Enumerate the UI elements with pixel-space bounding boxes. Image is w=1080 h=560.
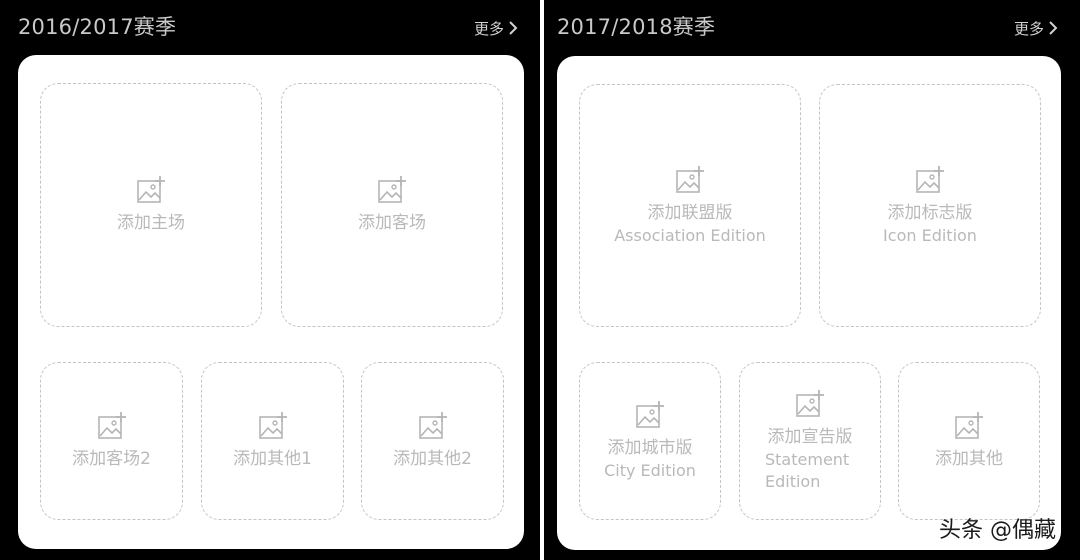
jersey-card: 添加联盟版 Association Edition 添加标志版 Icon Edi…: [557, 56, 1061, 550]
add-city-edition-slot[interactable]: 添加城市版 City Edition: [579, 362, 721, 520]
season-panel-2016-2017: 2016/2017赛季 更多 添加主场 添加客场 添加客场2 添加其他1 添加其…: [0, 0, 540, 560]
slot-label: 添加主场: [117, 213, 185, 233]
watermark: 头条 @偶藏: [939, 518, 1056, 543]
add-image-icon: [955, 412, 983, 439]
slot-label: 添加其他2: [393, 449, 472, 469]
season-panel-2017-2018: 2017/2018赛季 更多 添加联盟版 Association Edition…: [544, 0, 1080, 560]
chevron-right-icon: [1049, 21, 1058, 35]
slot-sublabel: Association Edition: [614, 225, 766, 245]
add-image-icon: [97, 412, 126, 439]
more-link[interactable]: 更多: [1014, 15, 1058, 41]
slot-label: 添加联盟版: [647, 202, 733, 223]
add-other2-slot[interactable]: 添加其他2: [361, 362, 504, 520]
add-image-icon: [137, 176, 165, 203]
slot-label: 添加客场: [358, 213, 426, 233]
slot-label: 添加宣告版: [767, 427, 853, 447]
more-label: 更多: [1013, 19, 1044, 38]
add-image-icon: [916, 165, 944, 193]
panel-header: 2017/2018赛季 更多: [544, 0, 1080, 54]
add-other1-slot[interactable]: 添加其他1: [201, 362, 344, 520]
add-image-icon: [378, 176, 406, 203]
chevron-right-icon: [509, 21, 518, 35]
add-association-slot[interactable]: 添加联盟版 Association Edition: [579, 84, 801, 327]
season-title: 2016/2017赛季: [18, 15, 177, 39]
add-image-icon: [418, 412, 447, 439]
slot-label: 添加其他: [935, 449, 1003, 469]
slot-label: 添加标志版: [887, 202, 973, 223]
add-away-slot[interactable]: 添加客场: [281, 83, 503, 327]
add-icon-edition-slot[interactable]: 添加标志版 Icon Edition: [819, 84, 1041, 327]
more-label: 更多: [473, 19, 504, 38]
slot-label: 添加其他1: [233, 449, 312, 469]
season-title: 2017/2018赛季: [557, 15, 716, 39]
more-link[interactable]: 更多: [474, 15, 518, 41]
add-image-icon: [676, 165, 704, 193]
add-away2-slot[interactable]: 添加客场2: [40, 362, 183, 520]
add-other-slot[interactable]: 添加其他: [898, 362, 1040, 520]
slot-text-block: 添加宣告版 Statement Edition: [765, 419, 855, 493]
slot-sublabel: Icon Edition: [883, 225, 977, 245]
slot-label: 添加客场2: [72, 449, 151, 469]
panel-header: 2016/2017赛季 更多: [0, 0, 540, 54]
add-image-icon: [796, 390, 824, 417]
slot-sublabel: Statement Edition: [765, 450, 850, 491]
add-image-icon: [258, 412, 287, 439]
add-image-icon: [636, 401, 664, 428]
add-statement-edition-slot[interactable]: 添加宣告版 Statement Edition: [739, 362, 881, 520]
add-home-slot[interactable]: 添加主场: [40, 83, 262, 327]
slot-sublabel: City Edition: [604, 461, 696, 480]
jersey-card: 添加主场 添加客场 添加客场2 添加其他1 添加其他2: [18, 55, 524, 549]
slot-label: 添加城市版: [607, 438, 693, 458]
